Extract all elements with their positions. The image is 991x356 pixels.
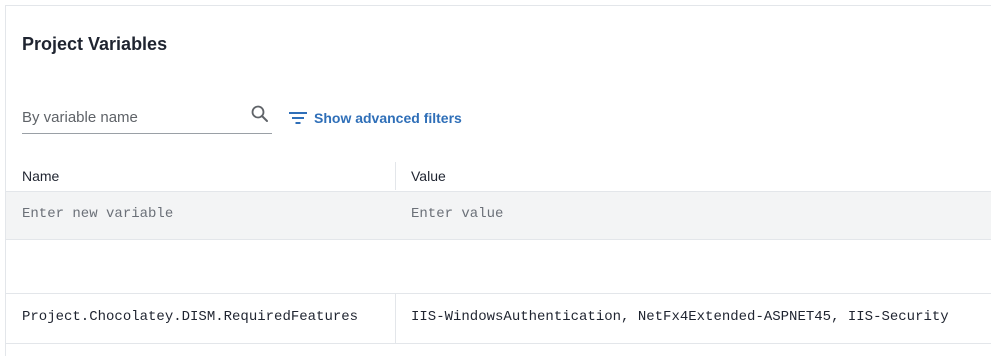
column-divider	[395, 294, 396, 343]
page-title: Project Variables	[22, 34, 168, 54]
new-variable-row	[6, 192, 991, 240]
variables-table: Name Value Project.Chocolatey.DISM.Requi…	[6, 162, 991, 344]
variable-name: Project.Chocolatey.DISM.RequiredFeatures	[22, 309, 359, 325]
table-row[interactable]: Project.Chocolatey.DISM.RequiredFeatures…	[6, 294, 991, 344]
new-variable-name-input[interactable]	[22, 206, 382, 222]
new-variable-value-input[interactable]	[411, 206, 971, 222]
project-variables-panel: Project Variables Show advanced filters …	[5, 5, 991, 356]
show-advanced-filters-label: Show advanced filters	[314, 110, 462, 126]
search-field[interactable]	[22, 102, 272, 134]
column-divider	[395, 162, 396, 190]
filter-list-icon	[289, 111, 307, 125]
column-header-value: Value	[411, 168, 446, 184]
table-header: Name Value	[6, 162, 991, 192]
column-header-name: Name	[22, 168, 60, 184]
show-advanced-filters-button[interactable]: Show advanced filters	[289, 110, 462, 126]
search-icon[interactable]	[250, 104, 270, 124]
search-input[interactable]	[22, 104, 242, 130]
empty-row	[6, 240, 991, 294]
variable-value: IIS-WindowsAuthentication, NetFx4Extende…	[411, 309, 949, 325]
